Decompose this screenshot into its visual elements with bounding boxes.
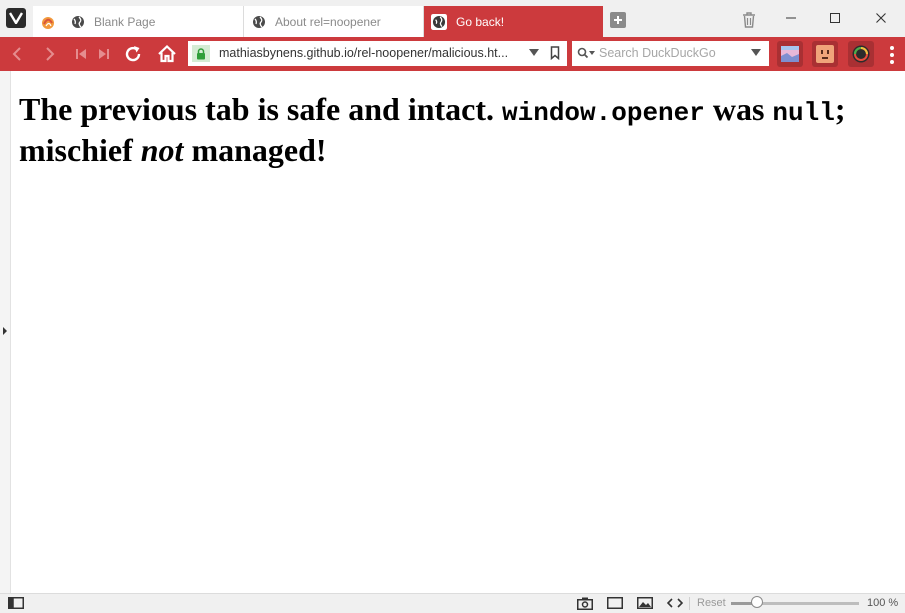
tiling-icon[interactable] [607, 597, 623, 609]
web-page: The previous tab is safe and intact. win… [11, 71, 905, 593]
bookmark-icon[interactable] [550, 46, 560, 60]
magnifier-icon [577, 47, 595, 59]
tab-strip: Blank Page About rel=noopener Go back! [0, 0, 905, 37]
address-url[interactable]: mathiasbynens.github.io/rel-noopener/mal… [219, 46, 519, 60]
null-code: null [772, 98, 835, 128]
search-input[interactable]: Search DuckDuckGo [599, 46, 716, 60]
close-icon [876, 13, 886, 23]
face-extension-icon [816, 45, 834, 63]
globe-icon [72, 15, 84, 28]
kebab-menu-icon[interactable] [886, 45, 898, 65]
chevron-down-icon[interactable] [751, 49, 761, 57]
minimize-button[interactable] [769, 6, 813, 30]
status-divider [689, 597, 690, 610]
pinned-site-icon [42, 16, 54, 29]
forward-button[interactable] [38, 42, 62, 66]
home-button[interactable] [155, 42, 179, 66]
panel-toggle-icon[interactable] [8, 597, 24, 609]
fast-forward-icon [99, 49, 109, 59]
tab-go-back[interactable]: Go back! [424, 6, 603, 37]
address-field[interactable]: mathiasbynens.github.io/rel-noopener/mal… [188, 41, 567, 66]
chevron-right-icon [46, 47, 55, 61]
address-toolbar: mathiasbynens.github.io/rel-noopener/mal… [0, 37, 905, 71]
side-panel [0, 71, 11, 593]
minimize-icon [786, 17, 796, 19]
status-bar: Reset 100 % [0, 593, 905, 613]
image-icon[interactable] [637, 597, 653, 609]
tab-about-noopener[interactable]: About rel=noopener [244, 6, 424, 37]
globe-icon [253, 15, 265, 28]
maximize-button[interactable] [813, 6, 857, 30]
rewind-button[interactable] [69, 42, 93, 66]
tab-title: About rel=noopener [275, 14, 381, 29]
search-field[interactable]: Search DuckDuckGo [572, 41, 769, 66]
extension-button-2[interactable] [812, 41, 838, 67]
extension-button-3[interactable] [848, 41, 874, 67]
zoom-slider-handle[interactable] [751, 596, 763, 608]
circle-extension-icon [852, 45, 870, 63]
new-tab-button[interactable] [610, 12, 626, 28]
rewind-icon [76, 49, 86, 59]
page-heading: The previous tab is safe and intact. win… [19, 91, 846, 168]
extension-button-1[interactable] [777, 41, 803, 67]
lock-icon[interactable] [192, 45, 210, 62]
home-icon [158, 44, 176, 63]
tab-title: Blank Page [94, 14, 156, 29]
camera-icon[interactable] [577, 597, 593, 610]
pinned-tab[interactable] [33, 6, 63, 37]
reload-button[interactable] [121, 42, 145, 66]
close-window-button[interactable] [859, 6, 903, 30]
zoom-level: 100 % [867, 597, 899, 609]
reload-icon [125, 46, 141, 62]
window-extension-icon [781, 46, 799, 62]
vivaldi-menu-icon[interactable] [6, 8, 26, 28]
globe-icon [431, 13, 447, 30]
window-opener-code: window.opener [502, 98, 705, 128]
tab-blank-page[interactable]: Blank Page [63, 6, 244, 37]
back-button[interactable] [5, 42, 29, 66]
plus-icon [614, 16, 622, 24]
chevron-down-icon[interactable] [529, 49, 539, 57]
tab-title: Go back! [456, 14, 505, 29]
chevron-left-icon [12, 47, 21, 61]
emphasis-not: not [140, 132, 184, 168]
fast-forward-button[interactable] [92, 42, 116, 66]
panel-toggle-icon[interactable] [2, 326, 8, 336]
code-icon[interactable] [667, 597, 683, 609]
zoom-reset-button[interactable]: Reset [697, 597, 726, 609]
trash-icon[interactable] [741, 11, 757, 29]
maximize-icon [830, 13, 840, 23]
